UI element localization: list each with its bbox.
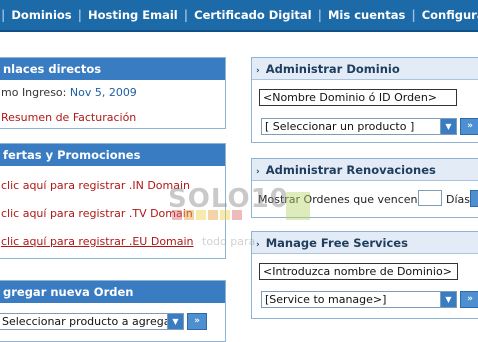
nav-item-mis-cuentas[interactable]: Mis cuentas [323, 8, 410, 22]
manage-domain-title: › Administrar Dominio [252, 58, 478, 80]
offers-panel: fertas y Promociones clic aquí para regi… [0, 143, 226, 259]
watermark-square [232, 210, 242, 220]
chevron-down-icon: ▼ [440, 292, 456, 307]
service-select-value: [Service to manage>] [265, 293, 387, 306]
add-order-go-button[interactable]: » [187, 313, 207, 330]
register-in-domain-link[interactable]: clic aquí para registrar .IN Domain [1, 179, 190, 192]
offers-title: fertas y Promociones [0, 144, 225, 166]
nav-item-dominios[interactable]: Dominios [6, 8, 76, 22]
manage-product-select[interactable]: [ Seleccionar un producto ] ▼ [261, 118, 457, 135]
quick-links-panel: nlaces directos mo Ingreso: Nov 5, 2009 … [0, 57, 226, 129]
renewals-go-button[interactable]: » [470, 190, 478, 207]
manage-domain-panel: › Administrar Dominio <Nombre Dominio ó I… [251, 57, 478, 143]
quick-links-title: nlaces directos [0, 58, 225, 80]
arrow-right-icon: › [256, 240, 260, 250]
product-select[interactable]: Seleccionar producto a agrega ▼ [0, 313, 184, 330]
renewals-title: › Administrar Renovaciones [252, 159, 478, 181]
free-service-domain-input[interactable]: <Introduzca nombre de Dominio> [259, 263, 458, 280]
billing-summary-link[interactable]: Resumen de Facturación [1, 111, 136, 124]
chevron-down-icon: ▼ [167, 314, 183, 329]
nav-item-configuraciones[interactable]: Configuraciones [417, 8, 478, 22]
renewals-panel: › Administrar Renovaciones Mostrar Ordene… [251, 158, 478, 218]
new-order-title: gregar nueva Orden [0, 281, 225, 303]
renewals-title-text: Administrar Renovaciones [265, 163, 436, 177]
product-select-value: Seleccionar producto a agrega [2, 315, 171, 328]
arrow-right-icon: › [256, 66, 260, 76]
register-tv-domain-link[interactable]: clic aquí para registrar .TV Domain [1, 207, 193, 220]
nav-item-hosting-email[interactable]: Hosting Email [83, 8, 183, 22]
register-eu-domain-link[interactable]: clic aquí para registrar .EU Domain [1, 235, 194, 248]
renewal-days-input[interactable] [418, 190, 442, 206]
renewals-label-suffix: Días [446, 193, 470, 206]
new-order-panel: gregar nueva Orden Seleccionar producto … [0, 280, 226, 342]
free-services-go-button[interactable]: » [460, 291, 478, 308]
last-login-row: mo Ingreso: Nov 5, 2009 [1, 86, 137, 99]
last-login-value: Nov 5, 2009 [69, 86, 137, 99]
manage-product-select-value: [ Seleccionar un producto ] [265, 120, 415, 133]
manage-domain-go-button[interactable]: » [460, 118, 478, 135]
service-select[interactable]: [Service to manage>] ▼ [261, 291, 457, 308]
top-navigation: | Dominios | Hosting Email | Certificado… [0, 0, 478, 32]
free-services-title-text: Manage Free Services [265, 236, 408, 250]
manage-domain-title-text: Administrar Dominio [265, 62, 400, 76]
chevron-down-icon: ▼ [440, 119, 456, 134]
domain-search-input[interactable]: <Nombre Dominio ó ID Orden> [259, 89, 457, 106]
free-services-title: › Manage Free Services [252, 232, 478, 254]
nav-item-certificado-digital[interactable]: Certificado Digital [189, 8, 316, 22]
arrow-right-icon: › [256, 167, 260, 177]
last-login-label: mo Ingreso: [1, 86, 67, 99]
renewals-label-prefix: Mostrar Ordenes que vencen en [258, 193, 435, 206]
free-services-panel: › Manage Free Services <Introduzca nombre… [251, 231, 478, 319]
